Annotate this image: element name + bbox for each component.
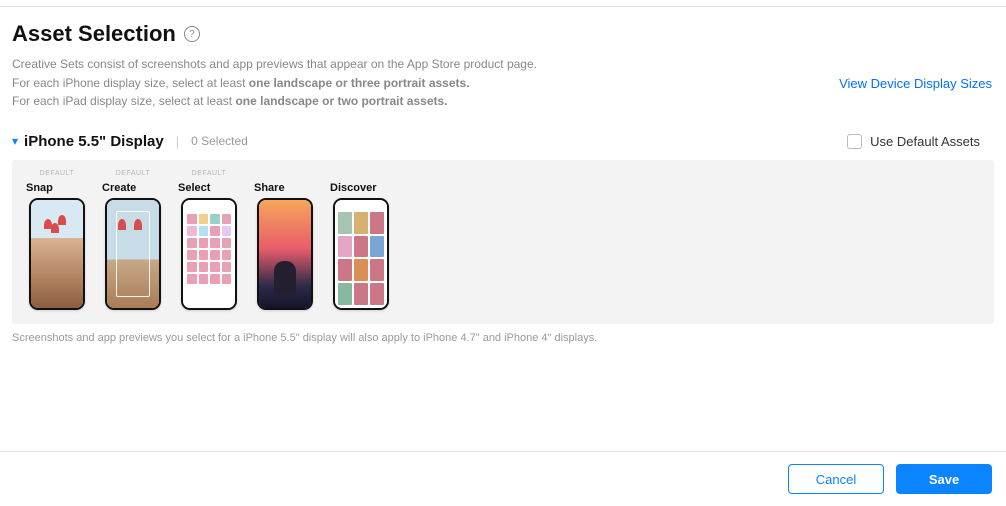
use-default-label: Use Default Assets [870, 134, 980, 149]
use-default-assets-toggle[interactable]: Use Default Assets [847, 134, 980, 149]
cancel-button[interactable]: Cancel [788, 464, 884, 494]
page-title: Asset Selection [12, 21, 176, 47]
footer: Cancel Save [0, 451, 1006, 506]
phone-thumbnail [181, 198, 237, 310]
phone-thumbnail [105, 198, 161, 310]
desc-line3b: one landscape or two portrait assets. [235, 94, 447, 108]
section-title: iPhone 5.5" Display [24, 133, 164, 150]
asset-item[interactable]: Discover [330, 170, 392, 310]
view-device-sizes-link[interactable]: View Device Display Sizes [839, 76, 992, 91]
asset-gallery: DEFAULT Snap DEFAULT Create DEFAULT Sele… [12, 160, 994, 324]
default-badge: DEFAULT [192, 170, 227, 182]
chevron-down-icon: ▾ [12, 134, 18, 148]
asset-item[interactable]: DEFAULT Snap [26, 170, 88, 310]
desc-line2a: For each iPhone display size, select at … [12, 76, 249, 90]
asset-item[interactable]: DEFAULT Create [102, 170, 164, 310]
section-toggle[interactable]: ▾ iPhone 5.5" Display | 0 Selected [12, 133, 248, 150]
asset-title: Share [254, 182, 285, 194]
desc-line2b: one landscape or three portrait assets. [249, 76, 470, 90]
asset-title: Create [102, 182, 136, 194]
asset-title: Discover [330, 182, 376, 194]
asset-item[interactable]: DEFAULT Select [178, 170, 240, 310]
selected-count: 0 Selected [191, 134, 248, 148]
help-icon[interactable]: ? [184, 26, 200, 42]
desc-line1: Creative Sets consist of screenshots and… [12, 57, 537, 71]
separator: | [176, 134, 179, 149]
default-badge: DEFAULT [40, 170, 75, 182]
phone-thumbnail [333, 198, 389, 310]
asset-title: Snap [26, 182, 53, 194]
use-default-checkbox[interactable] [847, 134, 862, 149]
phone-thumbnail [29, 198, 85, 310]
asset-title: Select [178, 182, 210, 194]
save-button[interactable]: Save [896, 464, 992, 494]
asset-item[interactable]: Share [254, 170, 316, 310]
phone-thumbnail [257, 198, 313, 310]
default-badge: DEFAULT [116, 170, 151, 182]
desc-line3a: For each iPad display size, select at le… [12, 94, 235, 108]
gallery-note: Screenshots and app previews you select … [12, 332, 994, 344]
